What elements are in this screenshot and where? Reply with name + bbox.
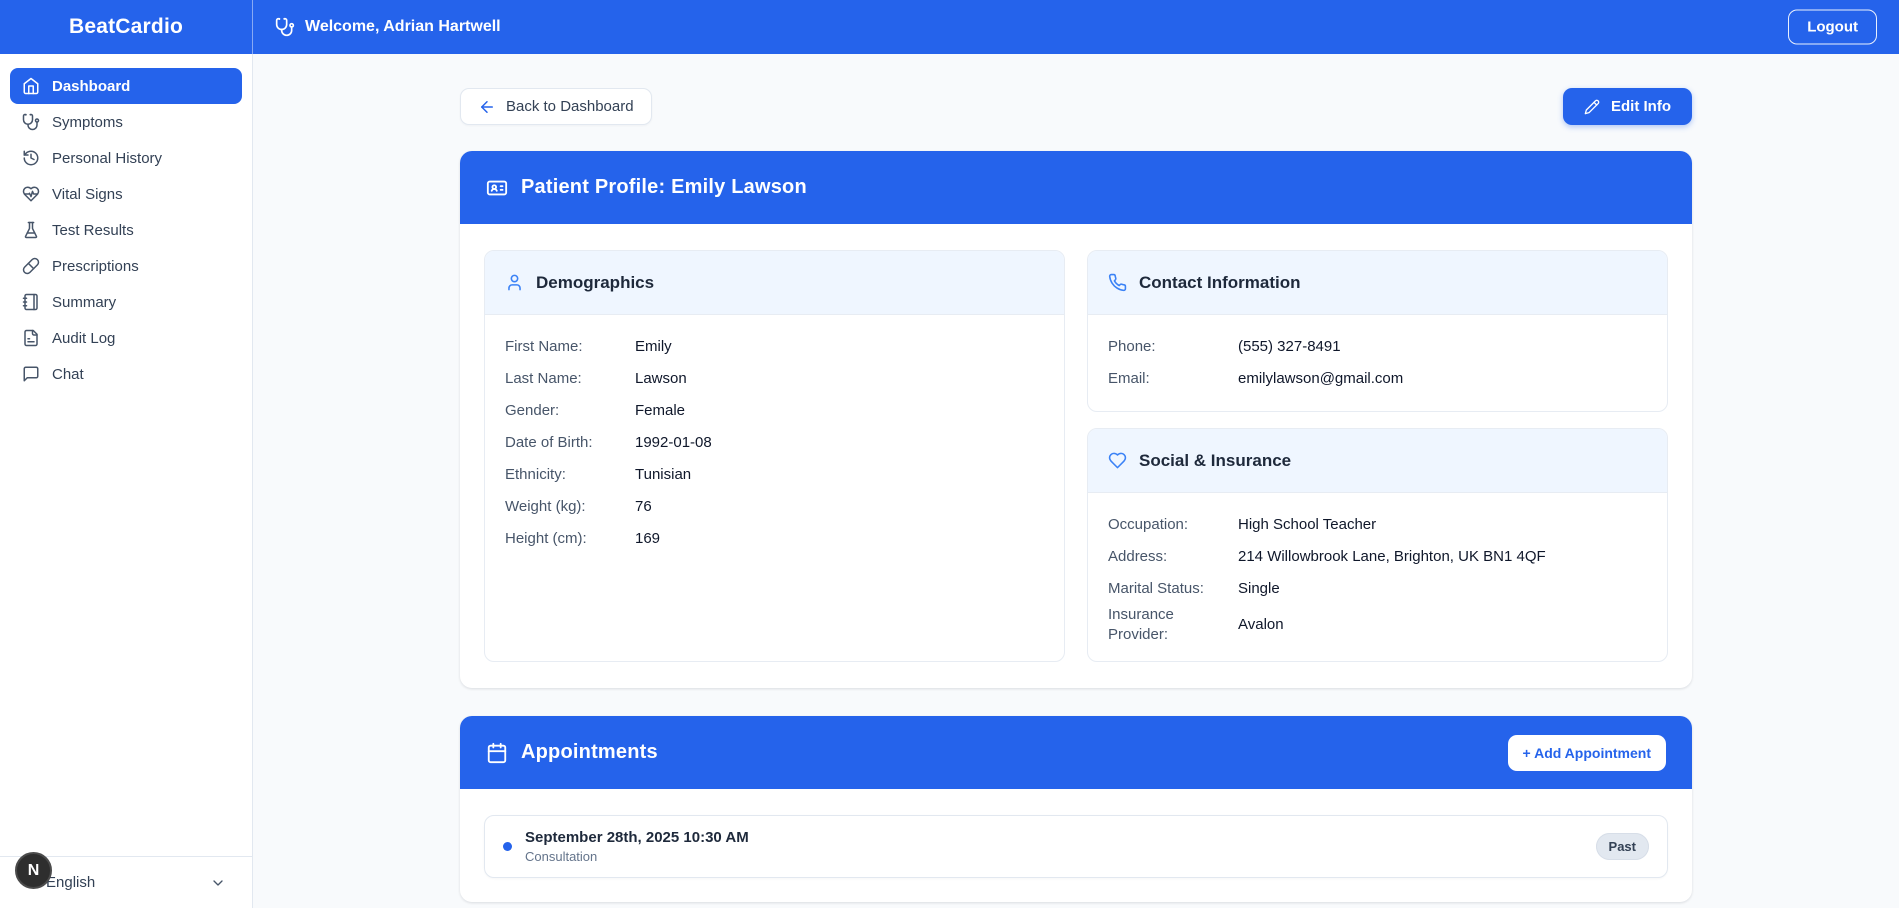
top-bar: BeatCardio Welcome, Adrian Hartwell Logo… <box>0 0 1899 54</box>
add-appointment-button[interactable]: + Add Appointment <box>1508 735 1666 771</box>
language-value: English <box>46 874 210 891</box>
heart-icon <box>1108 451 1127 470</box>
appointment-status-badge: Past <box>1596 833 1649 860</box>
edit-info-button[interactable]: Edit Info <box>1563 88 1692 125</box>
contact-information-header: Contact Information <box>1088 251 1667 315</box>
field-row-first-name: First Name: Emily <box>505 331 1044 363</box>
sidebar-nav: Dashboard Symptoms Personal History Vita… <box>0 54 252 856</box>
sidebar-item-symptoms[interactable]: Symptoms <box>10 104 242 140</box>
stethoscope-icon <box>22 113 40 131</box>
file-text-icon <box>22 329 40 347</box>
sidebar-item-test-results[interactable]: Test Results <box>10 212 242 248</box>
sidebar-item-label: Test Results <box>52 222 134 239</box>
sidebar-item-vital-signs[interactable]: Vital Signs <box>10 176 242 212</box>
sidebar-item-personal-history[interactable]: Personal History <box>10 140 242 176</box>
social-insurance-header: Social & Insurance <box>1088 429 1667 493</box>
patient-profile-card: Patient Profile: Emily Lawson Demographi… <box>460 151 1692 688</box>
heart-pulse-icon <box>22 185 40 203</box>
id-card-icon <box>486 177 508 199</box>
page-title: Patient Profile: Emily Lawson <box>521 176 807 199</box>
sidebar-item-label: Audit Log <box>52 330 115 347</box>
sidebar-item-label: Symptoms <box>52 114 123 131</box>
pencil-icon <box>1584 99 1600 115</box>
demographics-header: Demographics <box>485 251 1064 315</box>
sidebar-item-audit-log[interactable]: Audit Log <box>10 320 242 356</box>
field-row-email: Email: emilylawson@gmail.com <box>1108 363 1647 395</box>
main-content: Back to Dashboard Edit Info Patient Prof… <box>253 54 1899 908</box>
field-row-gender: Gender: Female <box>505 395 1044 427</box>
user-icon <box>505 273 524 292</box>
sidebar-item-dashboard[interactable]: Dashboard <box>10 68 242 104</box>
social-insurance-card: Social & Insurance Occupation: High Scho… <box>1087 428 1668 662</box>
sidebar-item-chat[interactable]: Chat <box>10 356 242 392</box>
sidebar-item-label: Summary <box>52 294 116 311</box>
appointment-bullet-dot <box>503 842 512 851</box>
history-icon <box>22 149 40 167</box>
sidebar-item-label: Chat <box>52 366 84 383</box>
home-icon <box>22 77 40 95</box>
notebook-icon <box>22 293 40 311</box>
sidebar-item-label: Prescriptions <box>52 258 139 275</box>
welcome-text: Welcome, Adrian Hartwell <box>305 18 501 36</box>
logout-button[interactable]: Logout <box>1788 10 1877 45</box>
sidebar-item-prescriptions[interactable]: Prescriptions <box>10 248 242 284</box>
arrow-left-icon <box>478 98 496 116</box>
field-row-dob: Date of Birth: 1992-01-08 <box>505 427 1044 459</box>
field-row-marital-status: Marital Status: Single <box>1108 573 1647 605</box>
contact-information-card: Contact Information Phone: (555) 327-849… <box>1087 250 1668 412</box>
appointments-card: Appointments + Add Appointment September… <box>460 716 1692 902</box>
phone-icon <box>1108 273 1127 292</box>
field-row-ethnicity: Ethnicity: Tunisian <box>505 459 1044 491</box>
field-row-phone: Phone: (555) 327-8491 <box>1108 331 1647 363</box>
field-row-address: Address: 214 Willowbrook Lane, Brighton,… <box>1108 541 1647 573</box>
flask-icon <box>22 221 40 239</box>
pill-icon <box>22 257 40 275</box>
back-to-dashboard-button[interactable]: Back to Dashboard <box>460 88 652 125</box>
sidebar-item-label: Dashboard <box>52 78 130 95</box>
welcome-banner: Welcome, Adrian Hartwell <box>253 17 501 37</box>
appointment-datetime: September 28th, 2025 10:30 AM <box>525 828 749 847</box>
field-row-occupation: Occupation: High School Teacher <box>1108 509 1647 541</box>
sidebar-item-summary[interactable]: Summary <box>10 284 242 320</box>
field-row-height: Height (cm): 169 <box>505 523 1044 555</box>
appointments-header: Appointments + Add Appointment <box>460 716 1692 789</box>
chevron-down-icon <box>210 875 226 891</box>
avatar[interactable]: N <box>15 852 52 889</box>
app-logo: BeatCardio <box>0 0 253 54</box>
appointments-title: Appointments <box>521 741 658 764</box>
patient-profile-header: Patient Profile: Emily Lawson <box>460 151 1692 224</box>
field-row-weight: Weight (kg): 76 <box>505 491 1044 523</box>
demographics-card: Demographics First Name: Emily Last Name… <box>484 250 1065 662</box>
stethoscope-icon <box>275 17 295 37</box>
calendar-icon <box>486 742 508 764</box>
field-row-last-name: Last Name: Lawson <box>505 363 1044 395</box>
chat-icon <box>22 365 40 383</box>
toolbar: Back to Dashboard Edit Info <box>460 88 1692 125</box>
field-row-insurance-provider: Insurance Provider: Avalon <box>1108 605 1647 645</box>
appointment-type: Consultation <box>525 848 749 865</box>
appointment-row[interactable]: September 28th, 2025 10:30 AM Consultati… <box>484 815 1668 878</box>
sidebar: Dashboard Symptoms Personal History Vita… <box>0 54 253 908</box>
sidebar-item-label: Personal History <box>52 150 162 167</box>
sidebar-item-label: Vital Signs <box>52 186 123 203</box>
